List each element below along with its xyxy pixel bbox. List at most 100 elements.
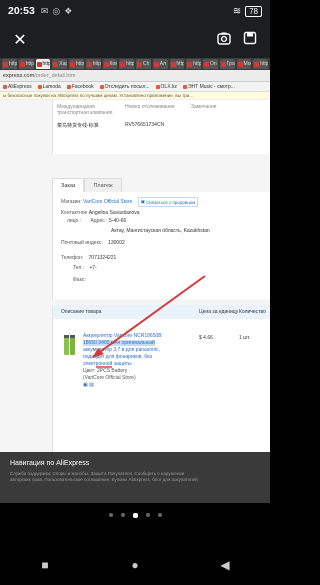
page-dot: [157, 513, 162, 517]
browser-tab[interactable]: https: [253, 59, 268, 69]
product-title-line3[interactable]: аккумулятор 3,7 в для panasonic,: [83, 347, 193, 354]
tab-favicon-icon: [254, 61, 260, 67]
shipping-card: Международная транспортная компания Номе…: [52, 100, 270, 154]
contact-seller-label: Связаться с продавцом: [146, 199, 196, 205]
shop-link[interactable]: VariCore Official Store: [83, 199, 132, 205]
browser-tab[interactable]: Хар: [52, 59, 67, 69]
phone-value: 7071324221: [88, 255, 117, 261]
browser-tab[interactable]: https: [85, 59, 101, 69]
site-footer: Навигация по AliExpress Служба поддержки…: [0, 452, 270, 503]
browser-tab[interactable]: Ch: [136, 59, 151, 69]
highlighted-capacity: 18650 3400 мАч оригинальный: [83, 340, 155, 346]
browser-tab[interactable]: On: [203, 59, 218, 69]
bookmark-item[interactable]: Отследить посыл...: [99, 84, 150, 90]
home-icon[interactable]: ●: [115, 558, 155, 572]
tab-order[interactable]: Заказ: [52, 178, 85, 193]
tab-label: https: [126, 61, 134, 67]
address-line1: 5-40-66: [108, 218, 127, 224]
app-icon: ❖: [64, 5, 73, 16]
product-store: (VariCore Official Store): [83, 375, 136, 381]
message-icon: ✉: [40, 5, 49, 16]
product-qty: 1 шт.: [239, 335, 251, 341]
shop-row: Магазин: VariCore Official Store ▣ Связат…: [61, 197, 199, 207]
contact-seller-button[interactable]: ▣ Связаться с продавцом: [137, 197, 199, 207]
tab-label: https: [176, 61, 185, 67]
postal-label: Почтовый индекс:: [61, 240, 103, 246]
tab-payment[interactable]: Платеж: [84, 178, 122, 193]
browser-tab[interactable]: https: [69, 59, 84, 69]
browser-tab[interactable]: https: [35, 59, 51, 69]
compare-icon[interactable]: ▤: [89, 382, 94, 388]
status-icons: ✉ ◎ ❖: [41, 6, 72, 17]
order-info-card: Магазин: VariCore Official Store ▣ Связат…: [52, 192, 270, 299]
tab-label: Ch: [143, 61, 150, 67]
contact-row: Контактное Angelina Savastianova: [61, 210, 140, 216]
tab-favicon-icon: [237, 61, 243, 67]
col-tracking-header: Номер отслеживания: [125, 104, 175, 110]
bookmark-label: Facebook: [71, 83, 94, 90]
address-bar[interactable]: express.com /order_detail.htm: [0, 70, 270, 82]
tab-label: On: [210, 61, 217, 67]
footer-nav-title: Навигация по AliExpress: [10, 460, 90, 467]
product-title-line1[interactable]: Аккумулятор Varicore NCR18650B: [83, 333, 193, 340]
browser-tab[interactable]: Ал: [152, 59, 168, 69]
tab-favicon-icon: [137, 61, 142, 67]
bookmark-label: AliExpress: [8, 83, 32, 90]
bookmark-item[interactable]: Facebook: [66, 83, 94, 90]
carrier-name: 菜鸟特货专线-标准: [57, 123, 99, 129]
close-icon[interactable]: ✕: [10, 30, 30, 50]
tab-label: https: [25, 61, 34, 67]
browser-tab[interactable]: Гра: [219, 59, 235, 69]
tab-label: https: [42, 61, 51, 67]
tab-favicon-icon: [36, 61, 42, 67]
footer-links-2[interactable]: авторских прав, Пользовательское соглаше…: [10, 477, 260, 483]
chat-icon: ▣: [140, 199, 146, 204]
postal-value: 130002: [108, 240, 125, 246]
lens-icon[interactable]: [214, 31, 234, 50]
tab-favicon-icon: [70, 61, 75, 67]
browser-tab[interactable]: https: [169, 59, 185, 69]
save-icon[interactable]: [240, 31, 260, 50]
status-right: ≋ 78: [233, 5, 262, 17]
browser-tab[interactable]: https: [2, 59, 17, 69]
tracking-number: RV576651734CN: [125, 122, 165, 128]
tab-label: https: [76, 61, 84, 67]
notification-icon: ◎: [52, 5, 61, 16]
tab-label: Ал: [159, 61, 167, 67]
product-thumbnail[interactable]: [61, 333, 79, 357]
browser-tab[interactable]: https: [119, 59, 134, 69]
recents-icon[interactable]: ■: [25, 558, 65, 572]
product-title-line2[interactable]: 18650 3400 мАч оригинальный: [83, 340, 193, 347]
bookmark-item[interactable]: ЭНТ Music - смотр...: [182, 84, 235, 90]
tab-favicon-icon: [220, 61, 226, 67]
tab-label: Ком: [109, 61, 118, 67]
tab-favicon-icon: [204, 61, 209, 67]
bookmark-item[interactable]: OLX.kz: [155, 84, 177, 90]
browser-tab[interactable]: Ком: [102, 59, 118, 69]
battery-indicator: 78: [245, 5, 262, 17]
product-title-line4[interactable]: подходит для фонариков, без: [83, 354, 193, 361]
tab-favicon-icon: [86, 61, 92, 67]
url-path: /order_detail.htm: [34, 72, 76, 79]
tab-favicon-icon: [153, 61, 159, 67]
info-banner: ы безопасные покупки на AliExpress по лу…: [0, 92, 270, 100]
shop-label: Магазин:: [61, 199, 82, 205]
phone-row: Телефон: 7071324221: [61, 255, 116, 261]
browser-tab[interactable]: https: [18, 59, 34, 69]
browser-tab[interactable]: https: [186, 59, 201, 69]
system-nav-bar: ■ ● ◀: [0, 545, 270, 585]
product-title-line5[interactable]: электронной защиты: [83, 361, 193, 368]
bookmark-item[interactable]: Lamoda: [37, 84, 61, 90]
browser-tab[interactable]: Мое: [236, 59, 252, 69]
address-label: Адрес :: [90, 218, 108, 224]
back-icon[interactable]: ◀: [205, 558, 245, 572]
screenshot-image: https https https Хар https https Ком https Ch Ал…: [0, 58, 270, 503]
tab-label: https: [193, 61, 201, 67]
phone-label: Телефон:: [61, 255, 84, 261]
snapshot-icon[interactable]: ▣: [83, 382, 88, 388]
tab-favicon-icon: [3, 61, 8, 67]
mobile-label: Тел.:: [73, 265, 85, 271]
order-tabs: Заказ Платеж: [52, 178, 122, 193]
bookmark-item[interactable]: AliExpress: [3, 84, 32, 90]
page-dot-active: [132, 512, 138, 518]
